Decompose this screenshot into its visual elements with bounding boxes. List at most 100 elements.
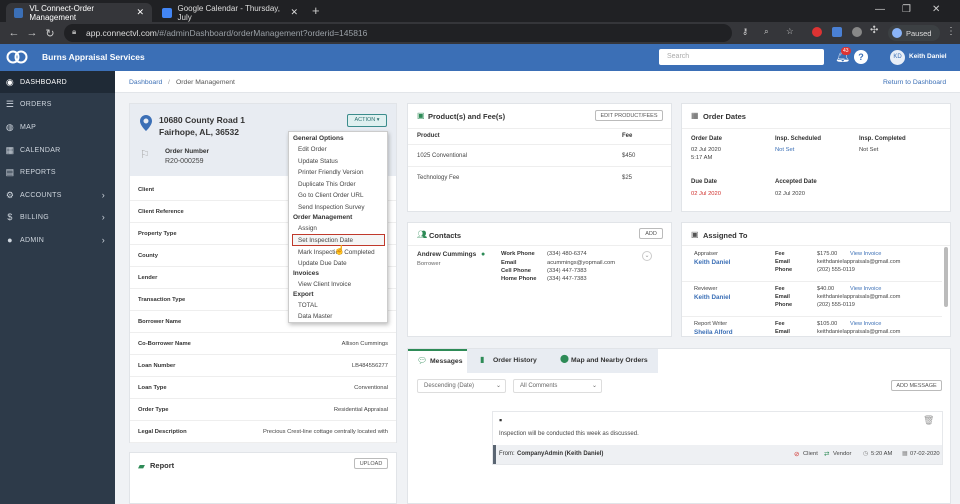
tab-order-history[interactable]: ▮ Order History	[474, 349, 554, 373]
bookmark-icon[interactable]: ⚐	[140, 148, 150, 161]
profile-paused-button[interactable]: Paused	[888, 25, 940, 41]
tab-messages[interactable]: 💬︎ Messages	[408, 349, 467, 373]
maximize-icon[interactable]: ❐	[902, 4, 911, 15]
sort-select[interactable]: Descending (Date) ⌄	[417, 379, 506, 393]
tab-label: Messages	[430, 358, 463, 365]
browser-tab-calendar[interactable]: Google Calendar - Thursday, July ✕	[154, 3, 306, 22]
browser-tab-active[interactable]: VL Connect-Order Management ✕	[6, 3, 152, 22]
view-invoice-link[interactable]: View Invoice	[850, 251, 881, 257]
scrollbar-thumb[interactable]	[944, 247, 948, 307]
minimize-icon[interactable]: —	[875, 4, 885, 15]
sidebar-item-billing[interactable]: $ BILLING ›	[0, 206, 115, 228]
sidebar-item-reports[interactable]: ▤ REPORTS	[0, 161, 115, 183]
close-tab-icon[interactable]: ✕	[136, 7, 144, 18]
extension-record-icon[interactable]	[812, 27, 822, 37]
sidebar-item-accounts[interactable]: ⚙ ACCOUNTS ›	[0, 184, 115, 206]
assignee-name[interactable]: Sheila Alford	[694, 329, 733, 336]
forward-icon[interactable]: →	[22, 27, 42, 39]
products-card: ▣ Product(s) and Fee(s) EDIT PRODUCT/FEE…	[407, 103, 672, 212]
vl-logo-icon[interactable]	[6, 49, 28, 65]
menu-item-send-survey[interactable]: Send Inspection Survey	[298, 204, 365, 211]
field-label: Lender	[138, 275, 158, 281]
sidebar-item-orders[interactable]: ☰ ORDERS	[0, 93, 115, 115]
reload-icon[interactable]: ↻	[40, 27, 60, 40]
help-icon[interactable]: ?	[854, 50, 868, 64]
sidebar-item-label: DASHBOARD	[20, 78, 68, 86]
menu-item-assign[interactable]: Assign	[298, 225, 317, 232]
action-dropdown-button[interactable]: ACTION ▾	[347, 114, 387, 127]
history-icon: ▮	[480, 355, 485, 364]
extension-icon[interactable]	[832, 27, 842, 37]
url-bar[interactable]: 🔒︎ app.connectvl.com/#/adminDashboard/or…	[64, 24, 794, 42]
contacts-icon: 👥︎	[417, 230, 428, 239]
breadcrumb-dashboard-link[interactable]: Dashboard	[129, 79, 162, 86]
view-invoice-link[interactable]: View Invoice	[850, 286, 881, 292]
assigned-title: Assigned To	[703, 231, 748, 240]
insp-scheduled-value[interactable]: Not Set	[775, 147, 794, 153]
divider	[682, 245, 950, 246]
return-to-dashboard-link[interactable]: Return to Dashboard	[883, 79, 946, 86]
from-label: From:	[499, 451, 515, 457]
assignee-name[interactable]: Keith Daniel	[694, 294, 730, 301]
upload-button[interactable]: UPLOAD	[354, 458, 388, 469]
add-message-button[interactable]: ADD MESSAGE	[891, 380, 942, 391]
assignee-role: Reviewer	[694, 286, 718, 292]
view-invoice-link[interactable]: View Invoice	[850, 321, 881, 327]
sidebar-item-map[interactable]: ◍ MAP	[0, 116, 115, 138]
edit-product-fees-button[interactable]: EDIT PRODUCT/FEES	[595, 110, 663, 121]
bookmark-star-icon[interactable]: ☆	[786, 26, 794, 37]
browser-tab-strip: VL Connect-Order Management ✕ Google Cal…	[0, 0, 960, 22]
trash-icon[interactable]: 🗑︎	[923, 415, 934, 426]
divider	[682, 128, 950, 129]
zoom-icon[interactable]: ⌕	[764, 26, 769, 37]
user-avatar[interactable]: KD	[890, 50, 905, 65]
new-tab-button[interactable]: +	[312, 3, 320, 18]
user-icon: ●	[7, 235, 13, 245]
key-icon[interactable]: ⚷	[742, 26, 748, 37]
menu-header-invoices: Invoices	[293, 270, 320, 277]
menu-item-update-status[interactable]: Update Status	[298, 158, 338, 165]
assignee-role: Report Writer	[694, 321, 728, 327]
menu-item-export-data-master[interactable]: Data Master	[298, 313, 332, 320]
map-pin-icon: ⬤	[560, 354, 569, 363]
assignee-phone: (202) 555-0119	[817, 302, 855, 308]
menu-item-export-total[interactable]: TOTAL	[298, 302, 318, 309]
menu-item-view-client-invoice[interactable]: View Client Invoice	[298, 281, 351, 288]
sidebar-item-admin[interactable]: ● ADMIN ›	[0, 229, 115, 251]
message-footer: From: CompanyAdmin (Keith Daniel) ⊘ Clie…	[493, 445, 942, 464]
product-column-header: Product	[417, 133, 440, 139]
assignee-name[interactable]: Keith Daniel	[694, 259, 730, 266]
tab-map-nearby[interactable]: ⬤ Map and Nearby Orders	[558, 349, 658, 373]
add-contact-button[interactable]: ADD	[639, 228, 663, 239]
divider	[408, 166, 671, 167]
filter-select[interactable]: All Comments ⌄	[513, 379, 602, 393]
back-icon[interactable]: ←	[4, 27, 24, 39]
extension-circle-icon[interactable]	[852, 27, 862, 37]
menu-item-edit-order[interactable]: Edit Order	[298, 146, 327, 153]
field-value: LB484556277	[351, 363, 388, 369]
close-tab-icon[interactable]: ✕	[290, 7, 298, 18]
divider	[130, 332, 396, 333]
sidebar-item-calendar[interactable]: ▦ CALENDAR	[0, 139, 115, 161]
menu-item-client-order-url[interactable]: Go to Client Order URL	[298, 192, 363, 199]
divider	[130, 398, 396, 399]
sidebar-item-dashboard[interactable]: ◉ DASHBOARD	[0, 71, 115, 93]
user-name[interactable]: Keith Daniel	[909, 53, 947, 60]
menu-item-duplicate-order[interactable]: Duplicate This Order	[298, 181, 356, 188]
extensions-puzzle-icon[interactable]: ✣	[870, 25, 878, 36]
close-window-icon[interactable]: ✕	[932, 4, 940, 15]
divider	[130, 442, 396, 443]
divider	[408, 144, 671, 145]
menu-item-printer-friendly[interactable]: Printer Friendly Version	[298, 169, 363, 176]
field-value: Precious Crest-line cottage centrally lo…	[262, 429, 388, 435]
brand-name[interactable]: Burns Appraisal Services	[42, 52, 145, 62]
contact-expand-chevron-icon[interactable]: ⌄	[642, 251, 652, 261]
order-date: 02 Jul 2020	[691, 147, 721, 153]
menu-item-update-due-date[interactable]: Update Due Date	[298, 260, 347, 267]
sidebar-item-label: CALENDAR	[20, 146, 61, 154]
browser-menu-icon[interactable]: ⋮	[946, 26, 956, 37]
client-visibility: Client	[803, 451, 818, 457]
message-date: 07-02-2020	[910, 451, 940, 457]
menu-item-set-inspection-date[interactable]: Set Inspection Date	[298, 237, 353, 244]
search-input[interactable]: Search	[659, 49, 824, 65]
